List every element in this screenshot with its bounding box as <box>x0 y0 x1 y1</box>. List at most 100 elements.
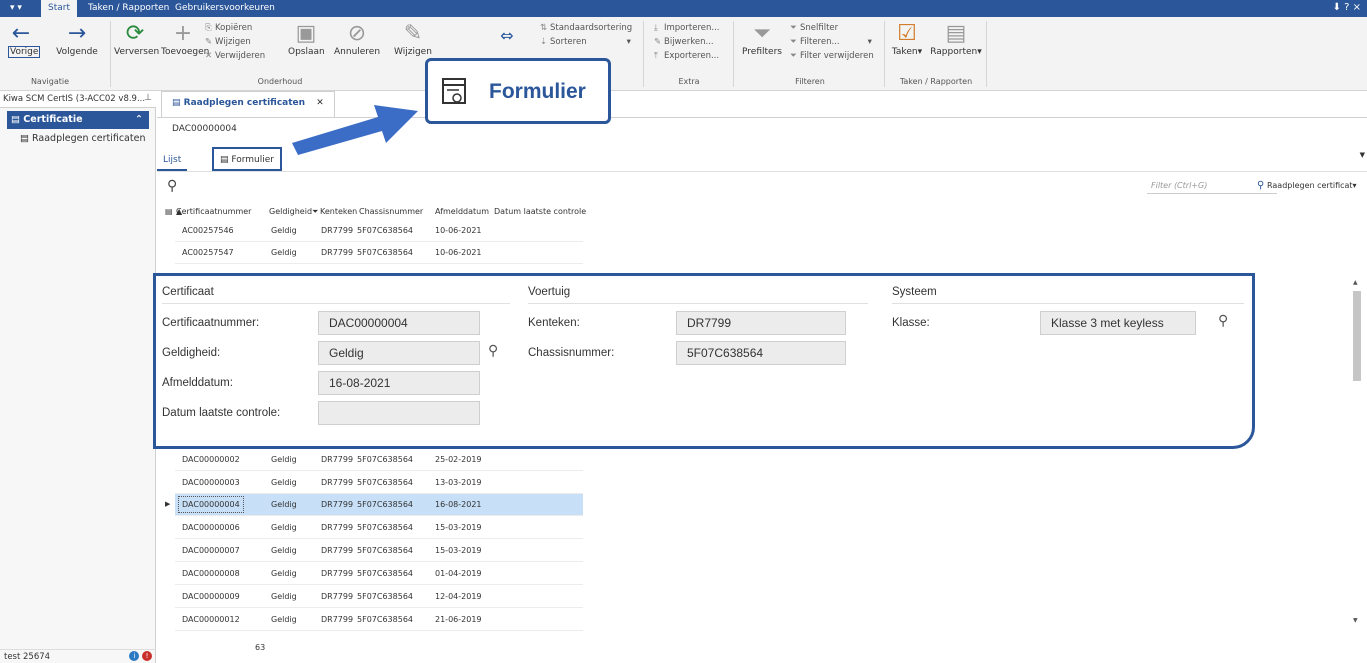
form-icon: ▤ <box>220 155 229 165</box>
separator <box>110 21 111 87</box>
table-row[interactable]: AC00257547 Geldig DR7799 5F07C638564 10-… <box>175 242 583 264</box>
forward-button[interactable]: → Volgende <box>55 21 99 57</box>
class-field[interactable]: Klasse 3 met keyless <box>1040 311 1196 335</box>
class-label: Klasse: <box>892 317 930 329</box>
collapse-icon[interactable]: ▼ <box>1360 151 1365 159</box>
edit-button[interactable]: ✎ Wijzigen <box>205 37 251 47</box>
column-kenteken[interactable]: Kenteken <box>320 207 358 216</box>
separator <box>986 21 987 87</box>
formulier-callout: Formulier <box>425 58 611 124</box>
table-row-selected[interactable]: DAC00000004 Geldig DR7799 5F07C638564 16… <box>175 494 583 516</box>
tab-formulier[interactable]: ▤ Formulier <box>212 147 283 171</box>
save-icon: ▣ <box>295 21 317 46</box>
column-chassisnummer[interactable]: Chassisnummer <box>359 207 423 216</box>
tab-start[interactable]: Start <box>41 0 77 17</box>
search-icon[interactable]: ⚲ <box>488 342 498 359</box>
back-button[interactable]: ← Vorige <box>8 21 41 58</box>
column-certificaatnummer[interactable]: Certificaatnummer ▲ <box>176 207 251 216</box>
quick-filter-button[interactable]: ⏷ Snelfilter <box>790 23 838 33</box>
prefilters-button[interactable]: ⏷ Prefilters <box>740 21 784 57</box>
sort-button[interactable]: ⇣ Sorteren ▾ <box>540 37 631 47</box>
scrollbar-thumb[interactable] <box>1353 291 1361 381</box>
scroll-down-icon[interactable]: ▼ <box>1353 617 1358 624</box>
sort-icon: ⇅ <box>540 23 548 33</box>
info-icon[interactable]: i <box>129 651 140 661</box>
separator <box>733 21 734 87</box>
import-button[interactable]: ⤓ Importeren... <box>654 23 719 33</box>
column-datum-laatste-controle[interactable]: Datum laatste controle <box>494 207 586 216</box>
section-certificatie[interactable]: ▤ Certificatie ⌃ <box>7 111 149 129</box>
tasks-button[interactable]: ☑ Taken▾ <box>890 21 924 57</box>
remove-filter-button[interactable]: ⏷ Filter verwijderen <box>790 51 874 61</box>
refresh-button[interactable]: ⟳ Verversen <box>114 21 159 57</box>
copy-button[interactable]: ⎘ Kopiëren <box>205 23 252 33</box>
table-row[interactable]: DAC00000012 Geldig DR7799 5F07C638564 21… <box>175 609 583 631</box>
table-row[interactable]: DAC00000006 Geldig DR7799 5F07C638564 15… <box>175 517 583 539</box>
tab-taken-rapporten[interactable]: Taken / Rapporten <box>81 0 176 17</box>
quick-access-icon[interactable]: ▾ ▾ <box>10 3 22 13</box>
table-row[interactable]: AC00257546 Geldig DR7799 5F07C638564 10-… <box>175 220 583 242</box>
alert-icon[interactable]: ! <box>142 651 152 661</box>
save-button[interactable]: ▣ Opslaan <box>288 21 325 57</box>
column-chooser-icon[interactable]: ▤ <box>165 207 173 216</box>
export-button[interactable]: ⤒ Exporteren... <box>654 51 719 61</box>
table-row[interactable]: DAC00000008 Geldig DR7799 5F07C638564 01… <box>175 563 583 585</box>
last-check-date-field[interactable] <box>318 401 480 425</box>
table-row[interactable]: DAC00000007 Geldig DR7799 5F07C638564 15… <box>175 540 583 562</box>
vertical-scrollbar[interactable]: ▲ ▼ <box>1353 279 1361 624</box>
default-sort-button[interactable]: ⇅ Standaardsortering <box>540 23 632 33</box>
report-icon: ▤ <box>945 21 967 46</box>
current-row-indicator-icon: ▶ <box>165 500 171 508</box>
certificate-number-label: Certificaatnummer: <box>162 317 260 329</box>
search-icon[interactable]: ⚲ <box>167 178 177 194</box>
divider <box>162 303 510 304</box>
separator <box>884 21 885 87</box>
chassis-number-label: Chassisnummer: <box>528 347 615 359</box>
scroll-up-icon[interactable]: ▲ <box>1353 279 1358 286</box>
pin-icon[interactable]: ⊥ <box>144 93 152 103</box>
table-row[interactable]: DAC00000002 Geldig DR7799 5F07C638564 25… <box>175 449 583 471</box>
certificate-number-field[interactable]: DAC00000004 <box>318 311 480 335</box>
help-icon[interactable]: ⬇ ? × <box>1333 2 1361 13</box>
update-icon: ✎ <box>654 37 662 47</box>
edit-form-icon: ✎ <box>403 21 423 46</box>
x-icon: ✕ <box>205 51 213 61</box>
quick-filter-icon: ⏷ <box>790 23 797 33</box>
menu-bar: ▾ ▾ Start Taken / Rapporten Gebruikersvo… <box>0 0 1367 17</box>
sidebar-item-raadplegen-certificaten[interactable]: ▤ Raadplegen certificaten <box>20 133 145 144</box>
deregistration-date-label: Afmelddatum: <box>162 377 233 389</box>
separator <box>643 21 644 87</box>
update-button[interactable]: ✎ Bijwerken... <box>654 37 714 47</box>
group-navigatie: Navigatie <box>30 77 70 86</box>
export-icon: ⤒ <box>654 51 658 61</box>
validity-field[interactable]: Geldig <box>318 341 480 365</box>
filter-funnel-icon[interactable]: ⏷ <box>312 207 318 217</box>
tab-lijst[interactable]: Lijst <box>157 149 188 171</box>
filter-button[interactable]: ⏷ Filteren... ▾ <box>790 37 872 47</box>
form-icon <box>442 78 466 104</box>
search-icon[interactable]: ⚲ <box>1257 180 1264 191</box>
section-systeem: Systeem <box>892 286 937 298</box>
license-plate-field[interactable]: DR7799 <box>676 311 846 335</box>
reports-button[interactable]: ▤ Rapporten▾ <box>930 21 982 57</box>
import-icon: ⤓ <box>654 23 658 33</box>
edit-form-button[interactable]: ✎ Wijzigen <box>393 21 433 57</box>
deregistration-date-field[interactable]: 16-08-2021 <box>318 371 480 395</box>
column-geldigheid[interactable]: Geldigheid <box>269 207 312 216</box>
layout-button[interactable]: ⇔ <box>495 23 519 49</box>
plus-icon: + <box>173 21 193 46</box>
chassis-number-field[interactable]: 5F07C638564 <box>676 341 846 365</box>
view-select[interactable]: Raadplegen certificat▾ <box>1267 181 1357 190</box>
table-row[interactable]: DAC00000003 Geldig DR7799 5F07C638564 13… <box>175 472 583 494</box>
table-row[interactable]: DAC00000009 Geldig DR7799 5F07C638564 12… <box>175 586 583 608</box>
column-afmelddatum[interactable]: Afmelddatum <box>435 207 489 216</box>
group-extra: Extra <box>678 77 700 86</box>
license-plate-label: Kenteken: <box>528 317 580 329</box>
search-icon[interactable]: ⚲ <box>1218 312 1228 329</box>
chevron-up-icon[interactable]: ⌃ <box>135 114 143 125</box>
tab-gebruikersvoorkeuren[interactable]: Gebruikersvoorkeuren <box>168 0 282 17</box>
delete-button[interactable]: ✕ Verwijderen <box>205 51 265 61</box>
add-button[interactable]: + Toevoegen <box>161 21 209 57</box>
environment-header: Kiwa SCM CertIS (3-ACC02 v8.9... ⊥ <box>0 91 156 108</box>
cancel-button[interactable]: ⊘ Annuleren <box>334 21 380 57</box>
